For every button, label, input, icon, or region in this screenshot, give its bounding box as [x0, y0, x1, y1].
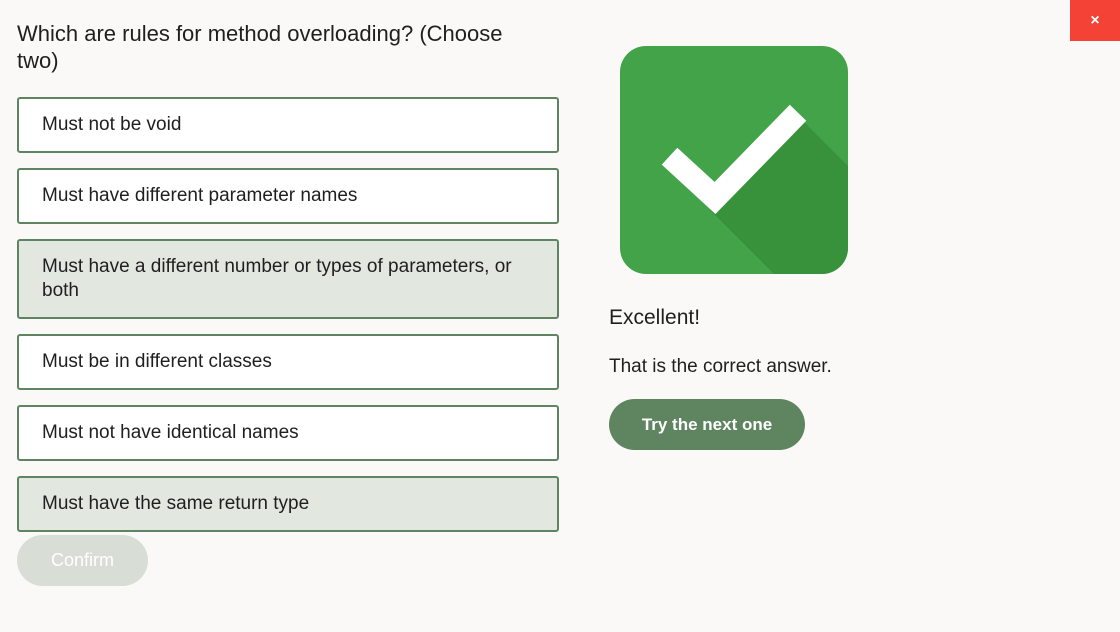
option-label: Must not be void — [42, 114, 182, 135]
option-label: Must be in different classes — [42, 351, 272, 372]
close-button[interactable]: × — [1070, 0, 1120, 41]
option-label: Must not have identical names — [42, 422, 299, 443]
option-label: Must have the same return type — [42, 493, 310, 514]
feedback-message: That is the correct answer. — [609, 356, 832, 377]
option-not-identical-names[interactable]: Must not have identical names — [17, 405, 559, 461]
confirm-button[interactable]: Confirm — [17, 535, 148, 586]
feedback-title: Excellent! — [609, 306, 701, 329]
question-text: Which are rules for method overloading? … — [17, 21, 503, 73]
try-next-button[interactable]: Try the next one — [609, 399, 805, 450]
answer-options: Must not be void Must have different par… — [17, 97, 559, 547]
option-different-parameter-names[interactable]: Must have different parameter names — [17, 168, 559, 224]
option-same-return-type[interactable]: Must have the same return type — [17, 476, 559, 532]
option-must-not-be-void[interactable]: Must not be void — [17, 97, 559, 153]
close-icon: × — [1090, 11, 1100, 29]
option-different-classes[interactable]: Must be in different classes — [17, 334, 559, 390]
option-label: Must have a different number or types of… — [42, 256, 512, 301]
checkmark-icon — [620, 46, 848, 274]
option-different-number-or-types[interactable]: Must have a different number or types of… — [17, 239, 559, 319]
option-label: Must have different parameter names — [42, 185, 358, 206]
